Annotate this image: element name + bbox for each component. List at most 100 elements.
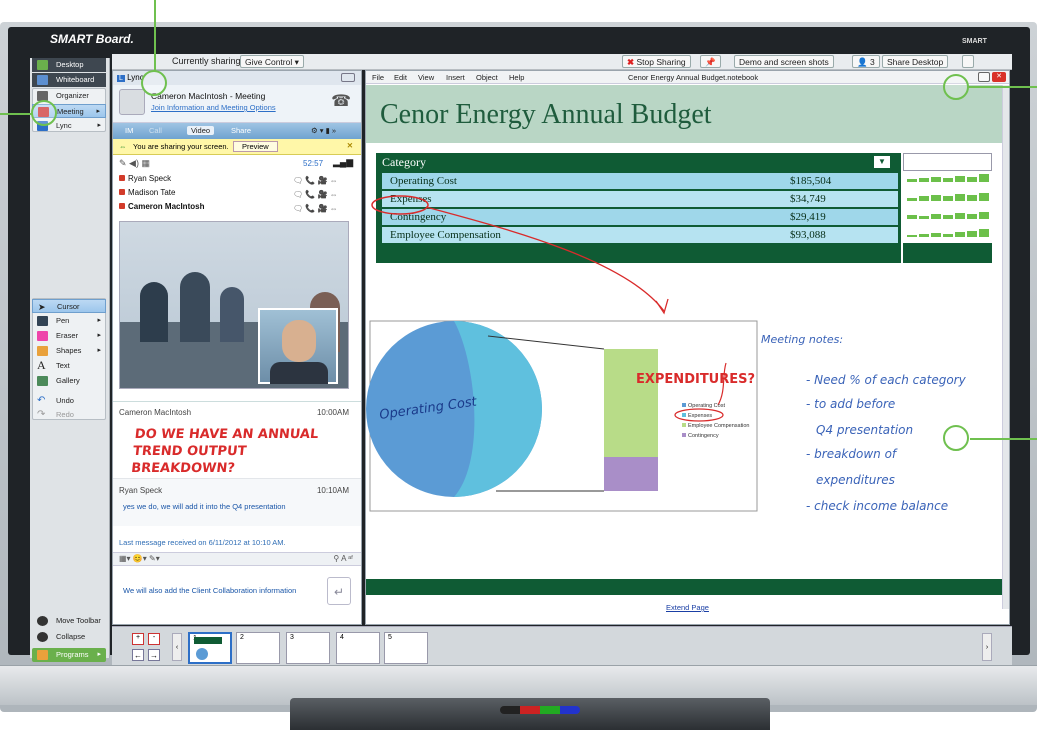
- page-number: 5: [388, 634, 392, 641]
- send-icon[interactable]: ↵: [327, 577, 351, 605]
- page-thumbnail[interactable]: 1: [188, 632, 232, 664]
- programs-button[interactable]: Programs ▸: [32, 648, 106, 662]
- redo-label: Redo: [56, 410, 74, 419]
- chevron-right-icon: ▸: [97, 347, 101, 354]
- close-icon[interactable]: ✕: [992, 72, 1006, 82]
- grip-icon[interactable]: [962, 55, 974, 68]
- move-toolbar-label: Move Toolbar: [56, 616, 101, 625]
- collapse-label: Collapse: [56, 632, 86, 641]
- tool-cursor[interactable]: ➤ Cursor: [32, 299, 106, 313]
- page-thumbnail[interactable]: 5: [384, 632, 428, 664]
- table-row: Operating Cost $185,504: [382, 173, 898, 189]
- text-icon: A: [37, 358, 46, 372]
- tab-video[interactable]: Video: [187, 126, 215, 135]
- column-header-category: Category: [382, 155, 426, 169]
- undo-label: Undo: [56, 396, 74, 405]
- callout-circle: [31, 100, 57, 126]
- dropdown-arrow-icon[interactable]: ▼: [874, 156, 890, 168]
- close-icon[interactable]: ✕: [347, 141, 353, 150]
- chat-time: 10:00AM: [316, 408, 349, 417]
- delete-page-icon[interactable]: -: [148, 633, 160, 645]
- pin-icon[interactable]: 📌: [700, 55, 721, 68]
- menu-help[interactable]: Help: [509, 73, 524, 82]
- menu-view[interactable]: View: [418, 73, 434, 82]
- participant-row[interactable]: Cameron MacIntosh: [119, 202, 204, 211]
- menu-file[interactable]: File: [372, 73, 384, 82]
- sidebar-item-whiteboard[interactable]: Whiteboard: [32, 73, 106, 87]
- cursor-icon: ➤: [38, 302, 46, 312]
- stop-sharing-button[interactable]: ✖ Stop Sharing: [622, 55, 691, 68]
- meeting-options-link[interactable]: Join Information and Meeting Options: [151, 103, 276, 112]
- meeting-label: Meeting: [57, 107, 84, 116]
- menu-object[interactable]: Object: [476, 73, 498, 82]
- notebook-filename: Cenor Energy Annual Budget.notebook: [628, 73, 759, 82]
- notes-heading: Meeting notes:: [761, 333, 844, 346]
- tool-shapes[interactable]: Shapes ▸: [32, 344, 106, 358]
- signal-icon: ▂▄▆: [333, 157, 354, 167]
- page-thumbnail[interactable]: 3: [286, 632, 330, 664]
- ink-message: DO WE HAVE AN ANNUAL TREND OUTPUT BREAKD…: [130, 427, 320, 476]
- menu-edit[interactable]: Edit: [394, 73, 407, 82]
- add-page-icon[interactable]: +: [132, 633, 144, 645]
- title-band: Cenor Energy Annual Budget: [366, 85, 1002, 143]
- tool-text[interactable]: A Text: [32, 358, 106, 373]
- font-icons[interactable]: ⚲ A ᵃᶠ: [333, 554, 353, 563]
- collapse-button[interactable]: Collapse: [32, 630, 106, 644]
- programs-label: Programs: [56, 650, 89, 659]
- lync-logo-icon: L: [117, 75, 125, 82]
- give-control-dropdown[interactable]: Give Control ▾: [240, 55, 304, 68]
- hangup-icon[interactable]: ☎: [331, 91, 351, 111]
- restore-icon[interactable]: [978, 72, 990, 82]
- participant-toolbar-icons[interactable]: ✎ ◀) ▦: [119, 158, 150, 169]
- desktop-icon: [37, 60, 48, 70]
- notebook-menubar: File Edit View Insert Object Help Cenor …: [366, 71, 1009, 84]
- chat-sender: Cameron MacIntosh: [119, 408, 192, 417]
- format-icons[interactable]: ▦▾ 😊▾ ✎▾: [119, 554, 160, 563]
- row-category: Operating Cost: [390, 175, 457, 187]
- page-thumbnail[interactable]: 2: [236, 632, 280, 664]
- tool-pen[interactable]: Pen ▸: [32, 314, 106, 328]
- demo-window-tab[interactable]: Demo and screen shots: [734, 55, 834, 68]
- move-toolbar-button[interactable]: Move Toolbar: [32, 614, 106, 628]
- scroll-left-icon[interactable]: ‹: [172, 633, 182, 661]
- person-silhouette: [180, 272, 210, 342]
- participant-count[interactable]: 👤 3: [852, 55, 880, 68]
- participant-media-icons: 🗨 📞 🎥 ⇔ 🗨 📞 🎥 ⇔ 🗨 📞 🎥 ⇔: [293, 176, 338, 213]
- chat-sender: Ryan Speck: [119, 486, 163, 495]
- pen-slots[interactable]: [500, 706, 580, 714]
- smart-board-logo: SMART Board.: [50, 32, 134, 46]
- chevron-right-icon: ▸: [97, 332, 101, 339]
- sidebar-item-desktop[interactable]: Desktop: [32, 58, 106, 72]
- undo-button[interactable]: ↶ Undo: [32, 394, 106, 408]
- tab-share[interactable]: Share: [231, 126, 251, 135]
- thumb-preview: [196, 648, 208, 660]
- tab-im[interactable]: IM: [125, 126, 133, 135]
- vertical-scrollbar[interactable]: [1002, 85, 1009, 609]
- chat-time: 10:10AM: [316, 486, 349, 495]
- share-desktop-button[interactable]: Share Desktop: [882, 55, 949, 68]
- menu-insert[interactable]: Insert: [446, 73, 465, 82]
- chat-history: Cameron MacIntosh 10:00AM DO WE HAVE AN …: [113, 401, 361, 561]
- share-arrows-icon: ⇔: [119, 142, 127, 151]
- compose-toolbar: ▦▾ 😊▾ ✎▾ ⚲ A ᵃᶠ: [113, 552, 361, 566]
- prev-page-icon[interactable]: ←: [132, 649, 144, 661]
- smart-sidebar: Desktop Whiteboard Organizer Meeting ▸ Ly…: [30, 58, 110, 662]
- scroll-right-icon[interactable]: ›: [982, 633, 992, 661]
- page-thumbnail[interactable]: 4: [336, 632, 380, 664]
- preview-button[interactable]: Preview: [233, 141, 278, 152]
- next-page-icon[interactable]: →: [148, 649, 160, 661]
- programs-icon: [37, 650, 48, 660]
- compose-input[interactable]: We will also add the Client Collaboratio…: [123, 586, 296, 595]
- participant-row[interactable]: Ryan Speck: [119, 174, 171, 183]
- self-video-inset: [258, 308, 338, 384]
- tab-call[interactable]: Call: [149, 126, 162, 135]
- callout-line: [154, 0, 156, 72]
- participant-name: Cameron MacIntosh: [128, 202, 205, 211]
- extend-page-link[interactable]: Extend Page: [666, 603, 709, 612]
- options-icon[interactable]: ⚙ ▾ ▮ »: [311, 126, 336, 135]
- participant-row[interactable]: Madison Tate: [119, 188, 175, 197]
- tool-gallery[interactable]: Gallery: [32, 374, 106, 388]
- redo-button[interactable]: ↷ Redo: [32, 408, 106, 422]
- tool-eraser[interactable]: Eraser ▸: [32, 329, 106, 343]
- minimize-icon[interactable]: [341, 73, 355, 82]
